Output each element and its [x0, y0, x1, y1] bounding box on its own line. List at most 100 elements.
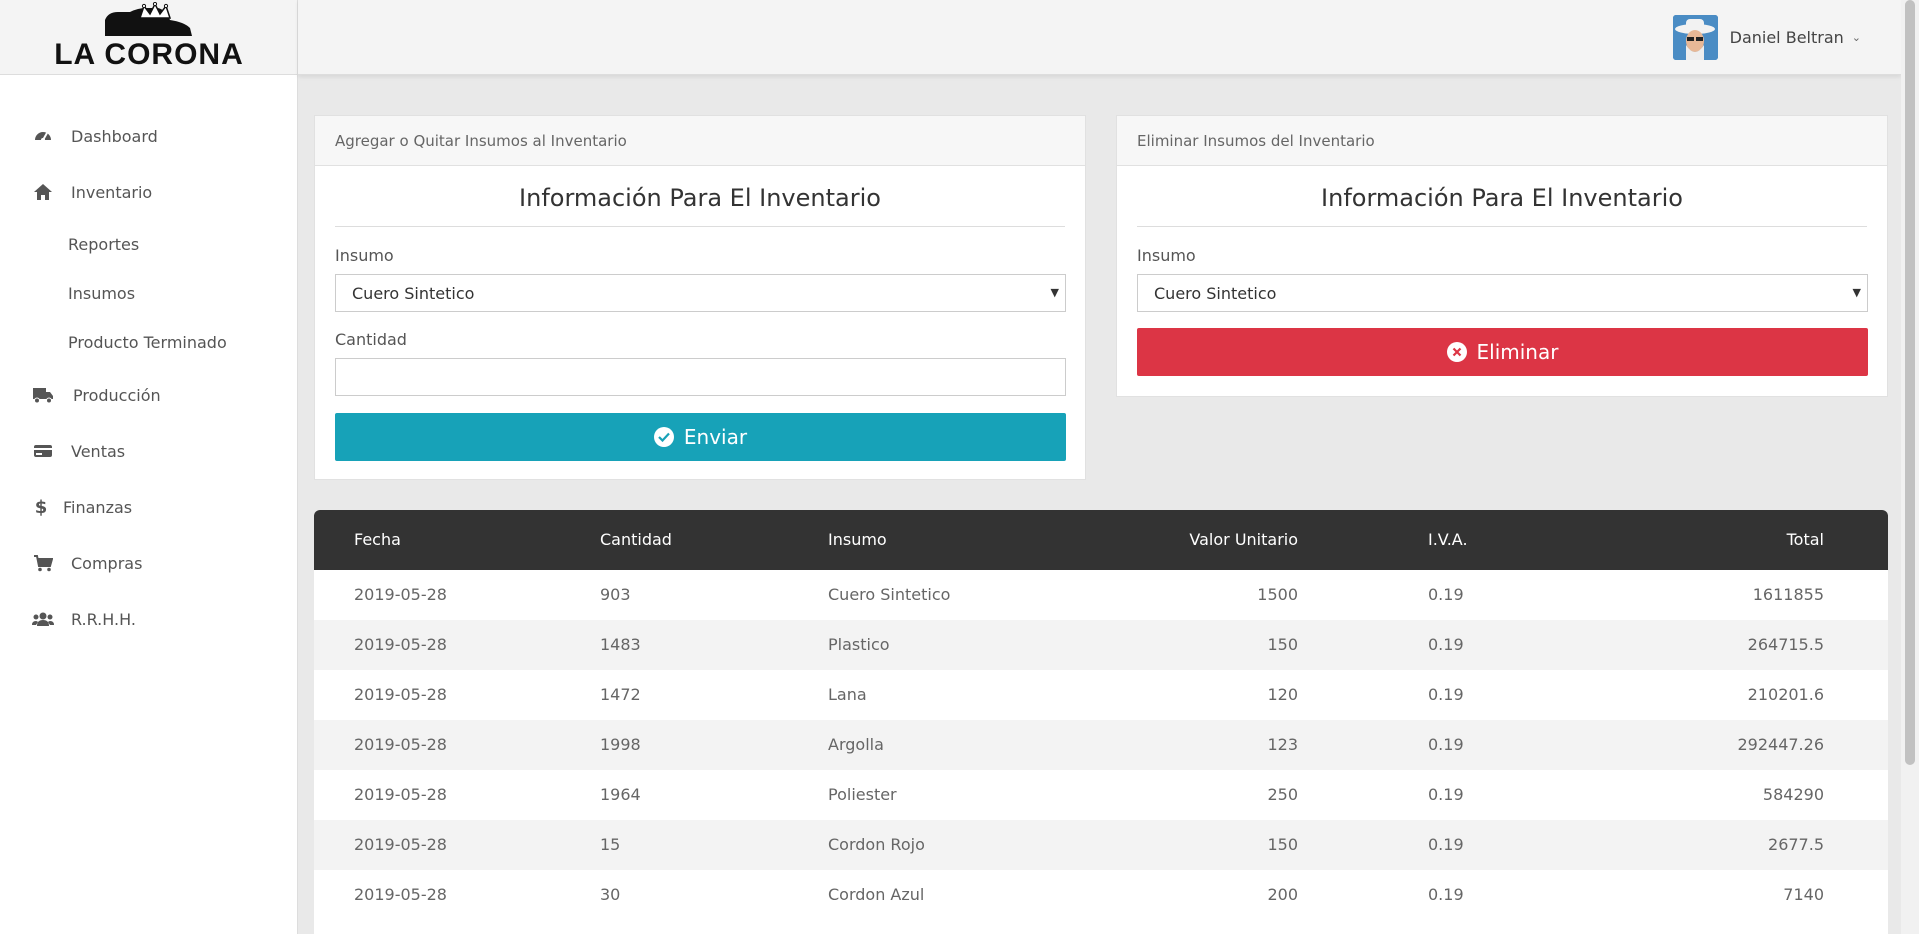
- sidebar-subitem-insumos[interactable]: Insumos: [68, 284, 135, 303]
- add-inventory-card: Agregar o Quitar Insumos al Inventario I…: [314, 115, 1086, 480]
- cell-valor-unitario: 1500: [1257, 585, 1298, 604]
- sidebar-item-label: R.R.H.H.: [71, 609, 136, 629]
- cell-iva: 0.19: [1428, 635, 1464, 654]
- sidebar-item-label: Finanzas: [63, 497, 133, 517]
- table-row: 2019-05-28 1964 Poliester 250 0.19 58429…: [314, 770, 1888, 820]
- insumo-select[interactable]: Cuero Sintetico ▼: [335, 274, 1066, 312]
- cell-fecha: 2019-05-28: [354, 635, 447, 654]
- insumo-select[interactable]: Cuero Sintetico ▼: [1137, 274, 1868, 312]
- times-circle-icon: [1446, 342, 1467, 362]
- sidebar-item-label: Ventas: [71, 441, 126, 461]
- dashboard-icon: [32, 125, 54, 147]
- cell-fecha: 2019-05-28: [354, 835, 447, 854]
- cell-valor-unitario: 120: [1267, 685, 1298, 704]
- cell-total: 264715.5: [1747, 635, 1824, 654]
- eliminar-button[interactable]: Eliminar: [1137, 328, 1868, 376]
- home-icon: [32, 181, 54, 203]
- cell-cantidad: 15: [600, 835, 621, 854]
- card-title: Información Para El Inventario: [519, 184, 881, 212]
- enviar-button[interactable]: Enviar: [335, 413, 1066, 461]
- column-header-total[interactable]: Total: [1787, 530, 1824, 549]
- divider: [335, 226, 1065, 227]
- column-header-cantidad[interactable]: Cantidad: [600, 530, 672, 549]
- truck-icon: [32, 384, 54, 406]
- cell-valor-unitario: 250: [1267, 785, 1298, 804]
- table-row: 2019-05-28 1483 Plastico 150 0.19 264715…: [314, 620, 1888, 670]
- credit-card-icon: [32, 440, 54, 462]
- check-circle-icon: [653, 427, 674, 447]
- column-header-valor-unitario[interactable]: Valor Unitario: [1189, 530, 1298, 549]
- sidebar-item-label: Producción: [73, 385, 161, 405]
- cell-valor-unitario: 150: [1267, 835, 1298, 854]
- cell-cantidad: 903: [600, 585, 631, 604]
- page-scrollbar[interactable]: [1901, 0, 1919, 934]
- cell-valor-unitario: 123: [1267, 735, 1298, 754]
- cell-insumo: Plastico: [828, 635, 890, 654]
- brand-name: LA CORONA: [54, 38, 244, 71]
- cell-iva: 0.19: [1428, 835, 1464, 854]
- table-row: 2019-05-28 30 Cordon Azul 200 0.19 7140: [314, 870, 1888, 920]
- cantidad-label: Cantidad: [335, 330, 407, 349]
- caret-down-icon: ▼: [1852, 286, 1861, 299]
- sidebar-item-dashboard[interactable]: Dashboard: [0, 116, 298, 156]
- sidebar-item-ventas[interactable]: Ventas: [0, 431, 298, 471]
- cell-cantidad: 1998: [600, 735, 641, 754]
- sidebar-subitem-reportes[interactable]: Reportes: [68, 235, 139, 254]
- cell-fecha: 2019-05-28: [354, 585, 447, 604]
- cantidad-input[interactable]: [335, 358, 1066, 396]
- avatar: [1672, 15, 1718, 60]
- cell-iva: 0.19: [1428, 685, 1464, 704]
- sidebar-subitem-producto-terminado[interactable]: Producto Terminado: [68, 333, 227, 352]
- sidebar-item-compras[interactable]: Compras: [0, 543, 298, 583]
- sidebar-item-finanzas[interactable]: $ Finanzas: [0, 487, 298, 527]
- brand-logo[interactable]: LA CORONA: [0, 0, 297, 75]
- chevron-down-icon: ⌄: [1851, 31, 1861, 44]
- cell-total: 2677.5: [1768, 835, 1824, 854]
- insumo-select-value: Cuero Sintetico: [1154, 283, 1277, 303]
- column-header-insumo[interactable]: Insumo: [828, 530, 887, 549]
- table-body: 2019-05-28 903 Cuero Sintetico 1500 0.19…: [314, 570, 1888, 920]
- card-title: Información Para El Inventario: [1321, 184, 1683, 212]
- sidebar-item-produccion[interactable]: Producción: [0, 375, 298, 415]
- cell-total: 292447.26: [1737, 735, 1824, 754]
- insumo-label: Insumo: [1137, 246, 1196, 265]
- user-menu[interactable]: Daniel Beltran ⌄: [1672, 15, 1861, 60]
- cell-fecha: 2019-05-28: [354, 685, 447, 704]
- sidebar-item-rrhh[interactable]: R.R.H.H.: [0, 599, 298, 639]
- sidebar-item-inventario[interactable]: Inventario: [0, 172, 298, 212]
- cell-cantidad: 1964: [600, 785, 641, 804]
- cell-insumo: Cuero Sintetico: [828, 585, 951, 604]
- cell-valor-unitario: 150: [1267, 635, 1298, 654]
- cell-fecha: 2019-05-28: [354, 785, 447, 804]
- card-header: Eliminar Insumos del Inventario: [1117, 116, 1887, 166]
- cell-insumo: Poliester: [828, 785, 897, 804]
- cell-insumo: Argolla: [828, 735, 884, 754]
- cell-iva: 0.19: [1428, 735, 1464, 754]
- cell-valor-unitario: 200: [1267, 885, 1298, 904]
- column-header-fecha[interactable]: Fecha: [354, 530, 401, 549]
- cell-insumo: Lana: [828, 685, 867, 704]
- cell-insumo: Cordon Rojo: [828, 835, 925, 854]
- dollar-icon: $: [34, 496, 48, 518]
- users-icon: [32, 608, 54, 630]
- sidebar-item-label: Compras: [71, 553, 143, 573]
- cell-insumo: Cordon Azul: [828, 885, 925, 904]
- delete-inventory-card: Eliminar Insumos del Inventario Informac…: [1116, 115, 1888, 397]
- sidebar: LA CORONA Dashboard Inventario Reportes …: [0, 0, 298, 934]
- cell-total: 210201.6: [1747, 685, 1824, 704]
- cell-total: 1611855: [1752, 585, 1824, 604]
- cell-cantidad: 1472: [600, 685, 641, 704]
- cell-cantidad: 30: [600, 885, 621, 904]
- table-row: 2019-05-28 1998 Argolla 123 0.19 292447.…: [314, 720, 1888, 770]
- shoe-crown-logo-icon: [105, 2, 192, 36]
- table-row: 2019-05-28 903 Cuero Sintetico 1500 0.19…: [314, 570, 1888, 620]
- column-header-iva[interactable]: I.V.A.: [1428, 530, 1468, 549]
- cell-iva: 0.19: [1428, 585, 1464, 604]
- cell-iva: 0.19: [1428, 785, 1464, 804]
- cell-fecha: 2019-05-28: [354, 885, 447, 904]
- enviar-label: Enviar: [683, 425, 748, 449]
- divider: [1137, 226, 1867, 227]
- table-row: 2019-05-28 1472 Lana 120 0.19 210201.6: [314, 670, 1888, 720]
- scrollbar-thumb[interactable]: [1905, 0, 1915, 765]
- caret-down-icon: ▼: [1050, 286, 1059, 299]
